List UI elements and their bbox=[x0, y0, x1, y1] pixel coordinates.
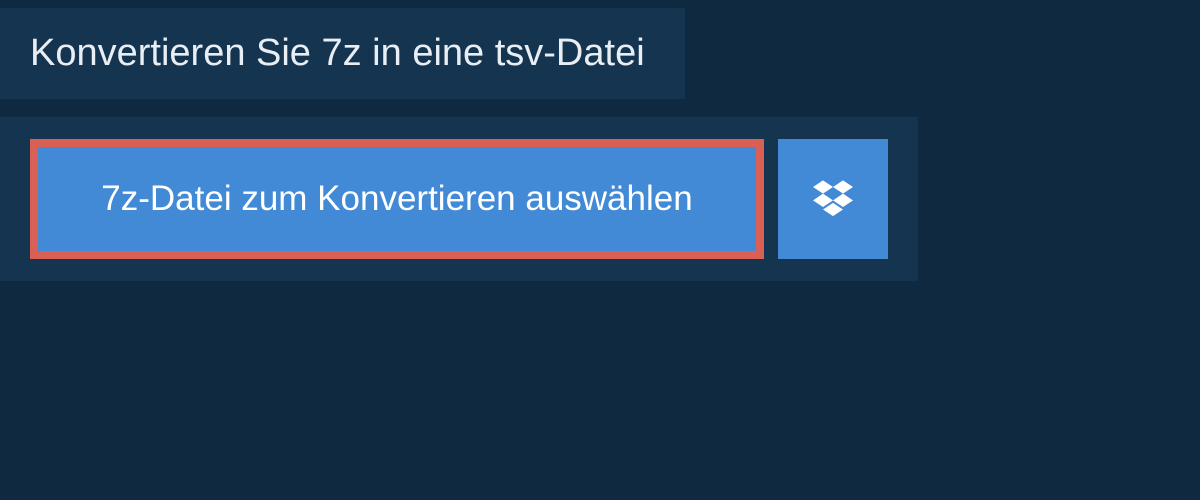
upload-panel: 7z-Datei zum Konvertieren auswählen bbox=[0, 117, 918, 281]
dropbox-button[interactable] bbox=[778, 139, 888, 259]
select-file-button[interactable]: 7z-Datei zum Konvertieren auswählen bbox=[30, 139, 764, 259]
select-file-label: 7z-Datei zum Konvertieren auswählen bbox=[101, 179, 692, 219]
header-tab: Konvertieren Sie 7z in eine tsv-Datei bbox=[0, 8, 685, 99]
dropbox-icon bbox=[813, 177, 853, 222]
page-title: Konvertieren Sie 7z in eine tsv-Datei bbox=[30, 32, 645, 75]
